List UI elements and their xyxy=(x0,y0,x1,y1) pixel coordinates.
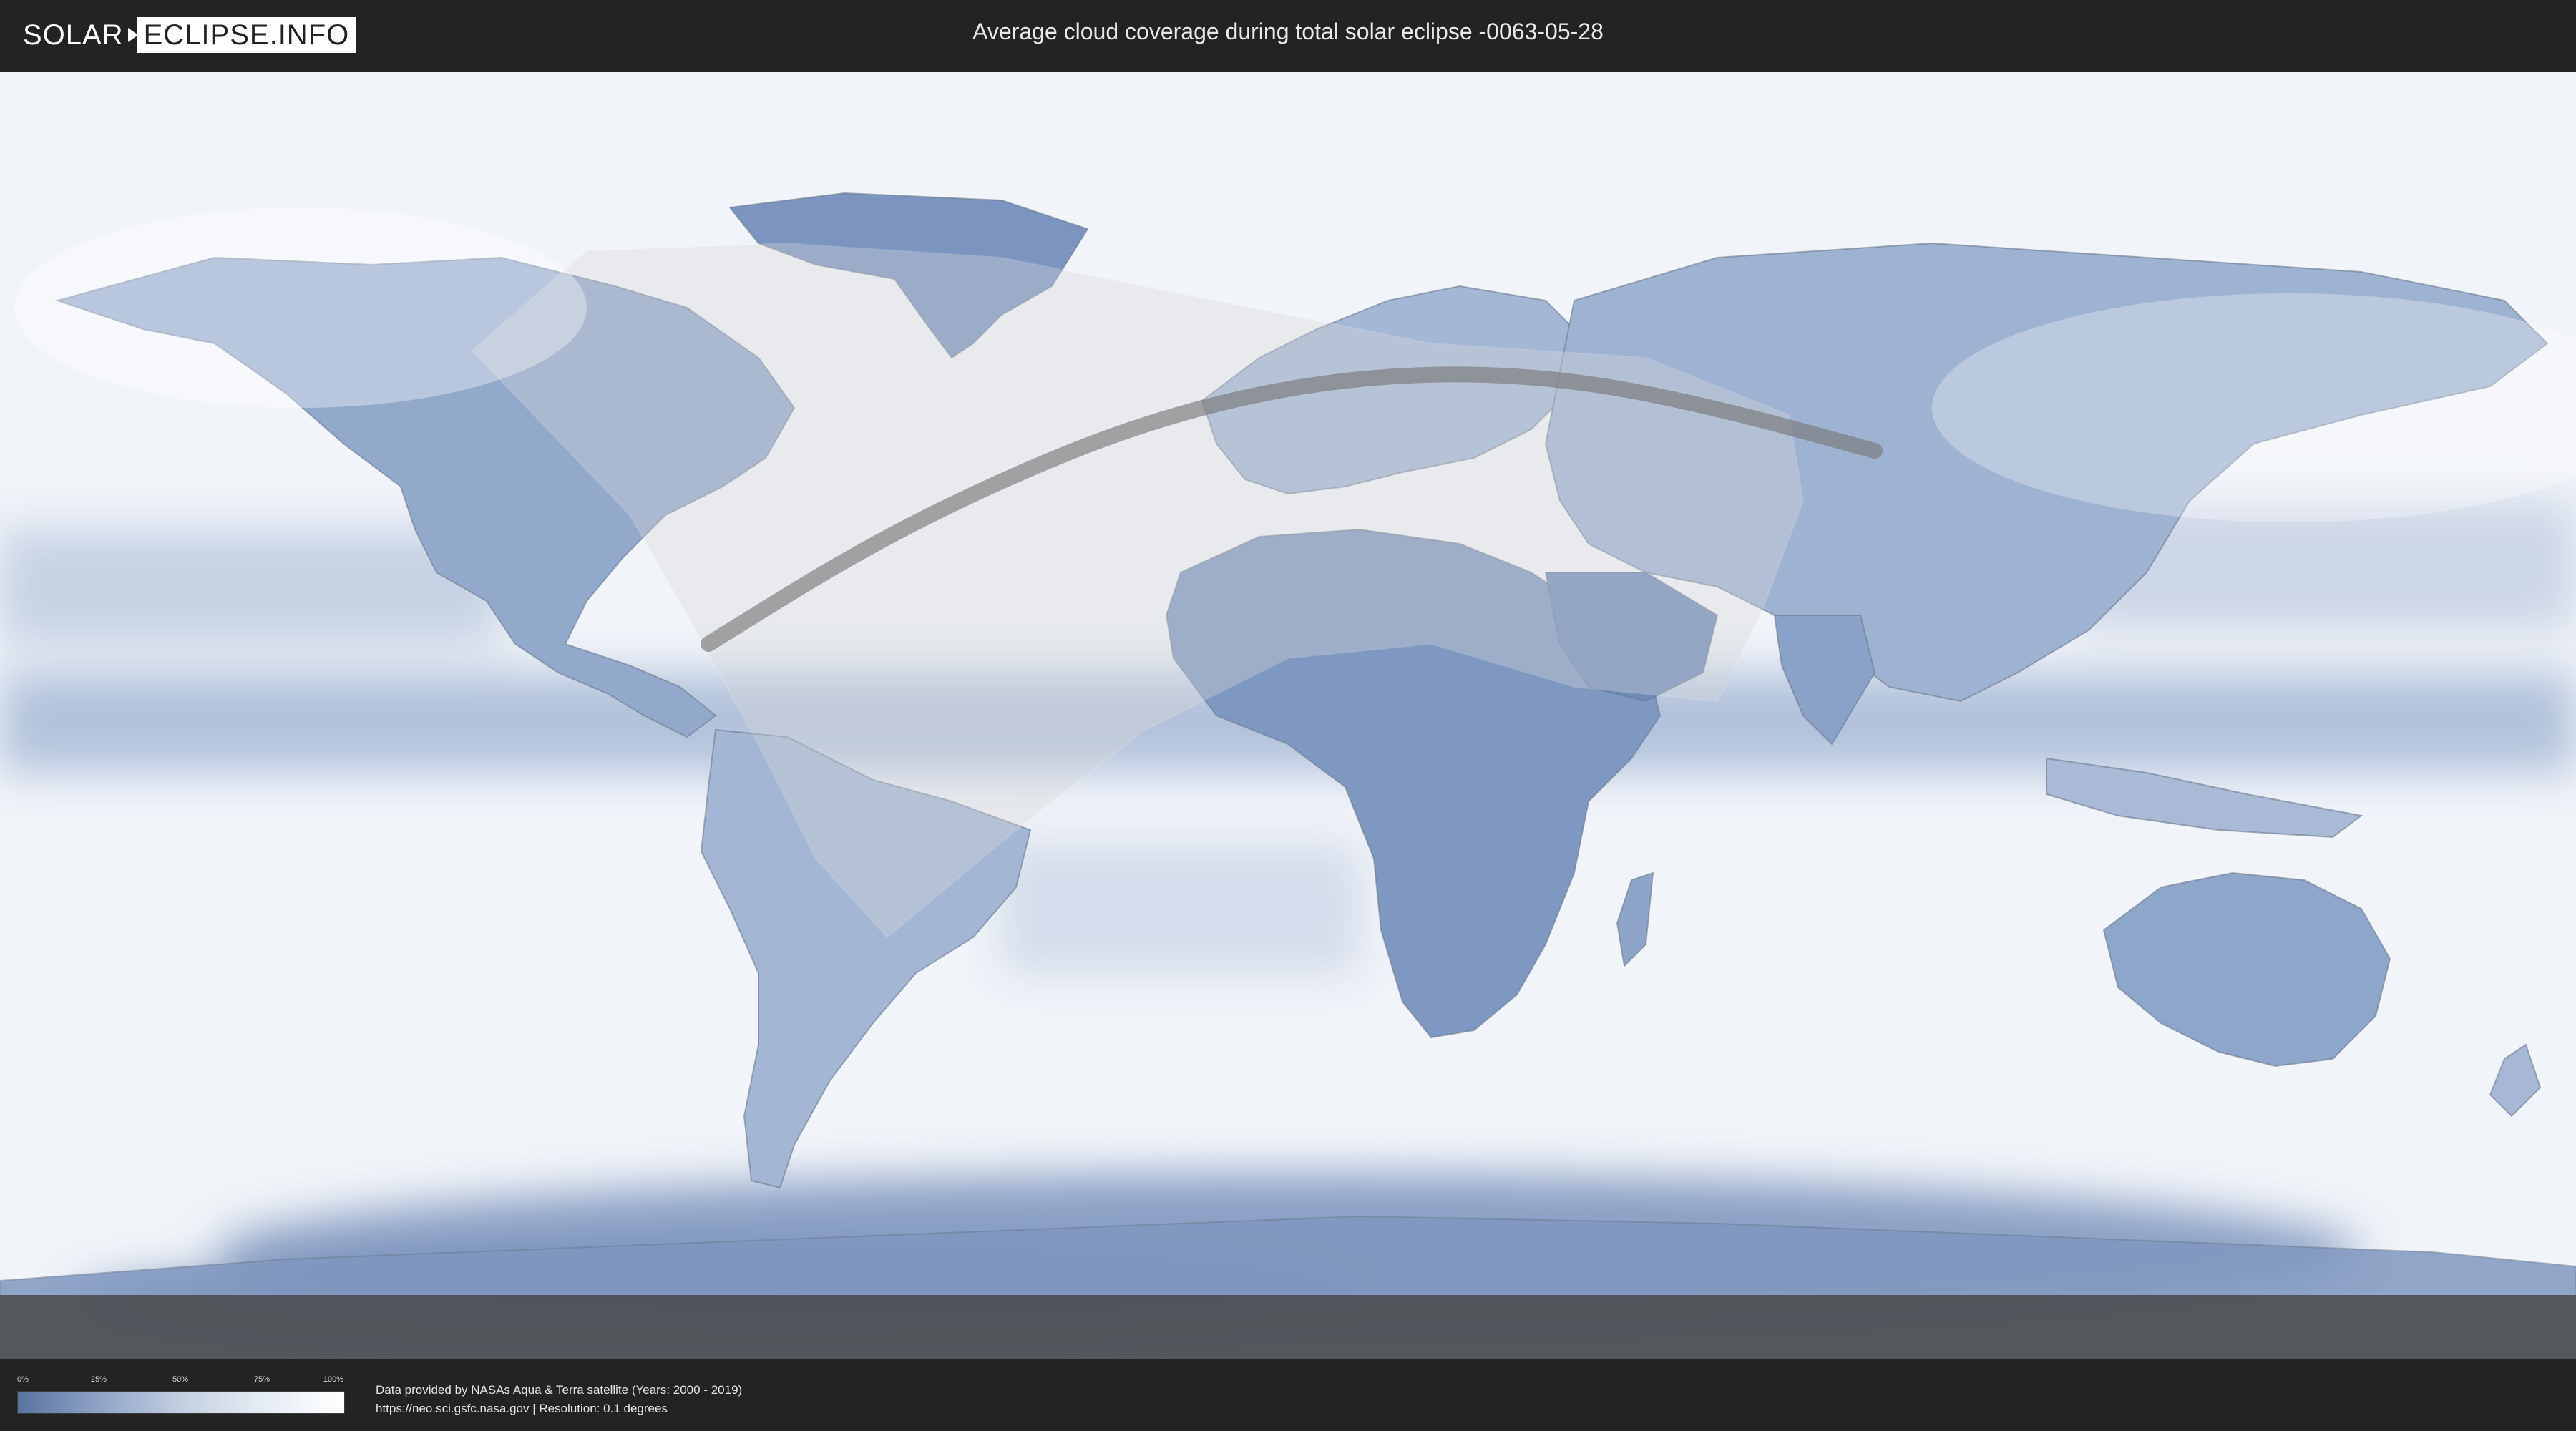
credit-line: Data provided by NASAs Aqua & Terra sate… xyxy=(376,1383,743,1397)
legend-tick-25: 25% xyxy=(90,1375,107,1384)
legend-tick-75: 75% xyxy=(253,1375,270,1384)
footer-bar: 0% 25% 50% 75% 100% Data provided by NAS… xyxy=(0,1359,2576,1431)
cloud-coverage-map[interactable] xyxy=(0,72,2576,1359)
legend-color-bar xyxy=(17,1391,345,1414)
sunrise-limb-region xyxy=(14,207,587,408)
legend-tick-0: 0% xyxy=(17,1375,29,1384)
night-shade-band xyxy=(0,1295,2576,1359)
source-line: https://neo.sci.gsfc.nasa.gov | Resoluti… xyxy=(376,1402,668,1415)
data-credits: Data provided by NASAs Aqua & Terra sate… xyxy=(376,1381,742,1418)
cloud-coverage-legend: 0% 25% 50% 75% 100% xyxy=(17,1375,345,1418)
legend-tick-100: 100% xyxy=(323,1375,343,1384)
legend-tick-50: 50% xyxy=(172,1375,189,1384)
header-bar: SOLAR ECLIPSE.INFO Average cloud coverag… xyxy=(0,0,2576,72)
page-title: Average cloud coverage during total sola… xyxy=(972,19,1604,44)
